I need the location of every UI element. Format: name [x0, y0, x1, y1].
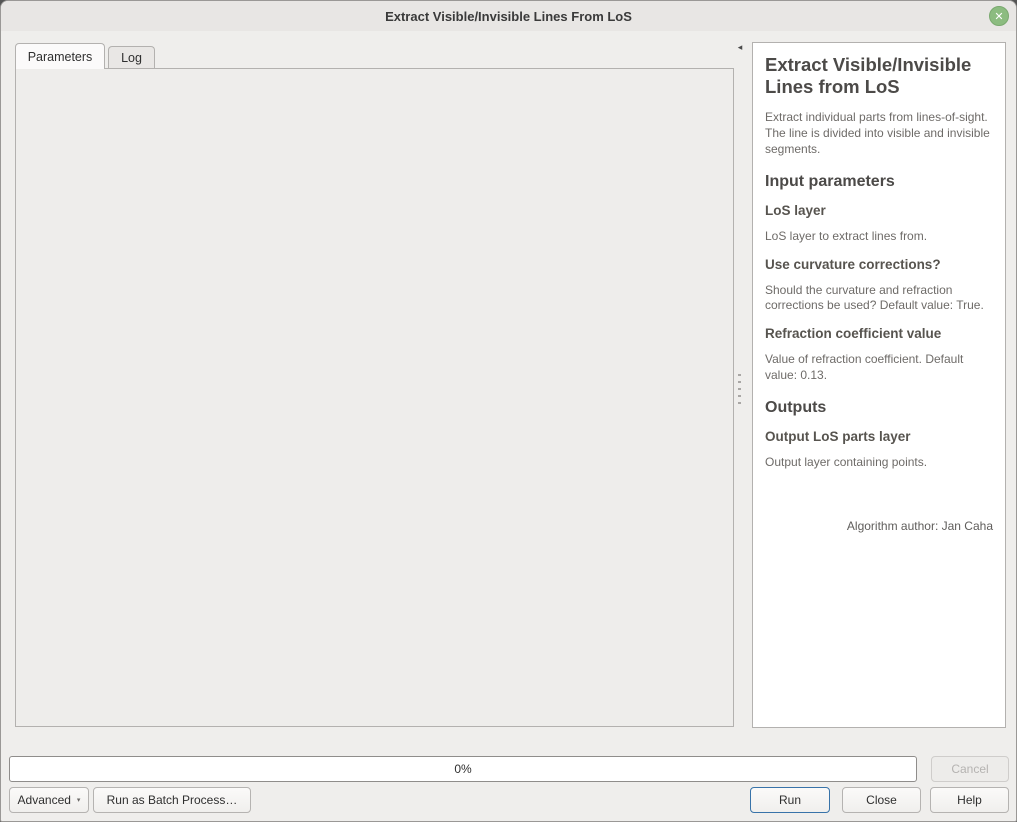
tab-parameters[interactable]: Parameters [15, 43, 105, 69]
help-param-text: Output layer containing points. [765, 455, 993, 471]
help-param-heading: Refraction coefficient value [765, 326, 993, 341]
parameters-panel [15, 68, 734, 727]
close-icon: ✕ [994, 10, 1003, 23]
run-button-label: Run [779, 793, 801, 807]
tab-log-label: Log [121, 51, 142, 65]
help-param-heading: Output LoS parts layer [765, 429, 993, 444]
help-param-text: Should the curvature and refraction corr… [765, 283, 993, 314]
titlebar: Extract Visible/Invisible Lines From LoS… [1, 1, 1016, 31]
help-param-text: LoS layer to extract lines from. [765, 229, 993, 245]
help-section-heading: Outputs [765, 399, 993, 417]
help-title: Extract Visible/Invisible Lines from LoS [765, 54, 993, 98]
close-button[interactable]: Close [842, 787, 921, 813]
help-panel: Extract Visible/Invisible Lines from LoS… [752, 42, 1006, 728]
collapse-help-arrow[interactable]: ◂ [734, 41, 746, 53]
chevron-down-icon: ▾ [77, 796, 81, 804]
help-section-heading: Input parameters [765, 173, 993, 191]
algorithm-author: Algorithm author: Jan Caha [765, 519, 993, 533]
window-close-button[interactable]: ✕ [989, 6, 1009, 26]
window-title: Extract Visible/Invisible Lines From LoS [385, 9, 632, 24]
help-param-text: Value of refraction coefficient. Default… [765, 352, 993, 383]
help-param-heading: Use curvature corrections? [765, 257, 993, 272]
run-button[interactable]: Run [750, 787, 830, 813]
help-button-label: Help [957, 793, 982, 807]
close-button-label: Close [866, 793, 897, 807]
help-intro: Extract individual parts from lines-of-s… [765, 110, 993, 157]
cancel-button-label: Cancel [951, 762, 988, 776]
advanced-button[interactable]: Advanced ▾ [9, 787, 89, 813]
tab-log[interactable]: Log [108, 46, 155, 69]
run-as-batch-button[interactable]: Run as Batch Process… [93, 787, 251, 813]
progress-bar: 0% [9, 756, 917, 782]
dialog-window: Extract Visible/Invisible Lines From LoS… [0, 0, 1017, 822]
run-as-batch-label: Run as Batch Process… [107, 793, 238, 807]
progress-text: 0% [454, 762, 471, 776]
advanced-button-label: Advanced [18, 793, 71, 807]
tab-parameters-label: Parameters [28, 50, 93, 64]
splitter-handle[interactable] [738, 374, 741, 406]
cancel-button: Cancel [931, 756, 1009, 782]
help-param-heading: LoS layer [765, 203, 993, 218]
help-button[interactable]: Help [930, 787, 1009, 813]
